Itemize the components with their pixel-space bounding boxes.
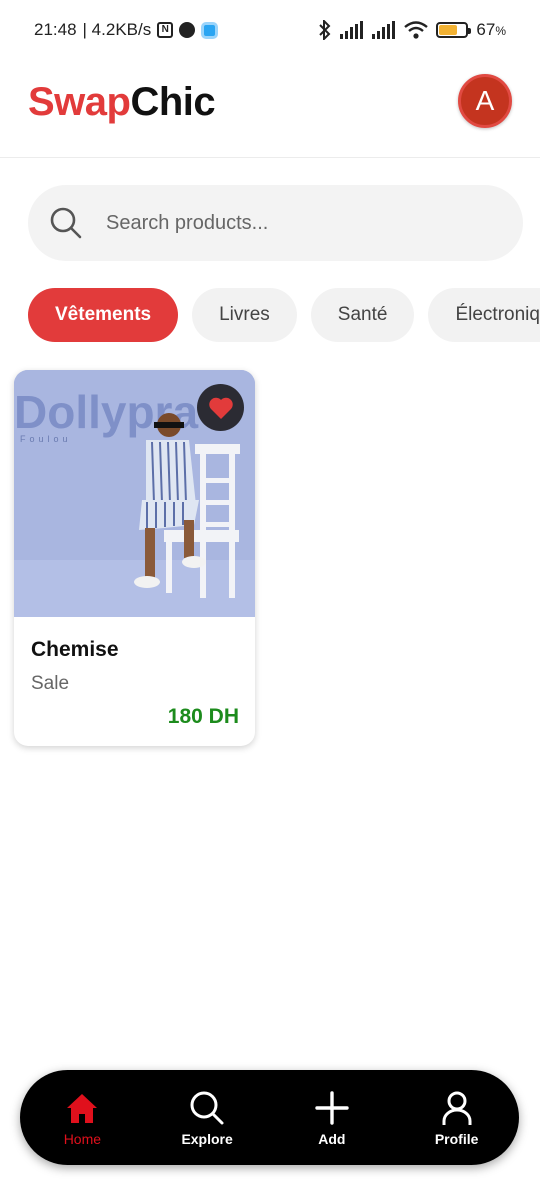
category-chip-sante[interactable]: Santé <box>310 288 415 342</box>
nav-item-explore[interactable]: Explore <box>157 1089 257 1147</box>
favorite-button[interactable] <box>197 384 244 431</box>
battery-icon <box>436 22 472 38</box>
person-icon <box>442 1091 472 1125</box>
avatar[interactable]: A <box>458 74 512 128</box>
product-subtitle: Sale <box>31 673 70 694</box>
nav-item-add[interactable]: Add <box>282 1089 382 1147</box>
home-icon <box>67 1093 98 1123</box>
signal-icon <box>372 21 396 39</box>
product-title: Chemise <box>31 638 119 661</box>
logo-swap: Swap <box>28 80 131 124</box>
category-chip-vetements[interactable]: Vêtements <box>28 288 179 342</box>
signal-icon <box>340 21 364 39</box>
category-chip-livres[interactable]: Livres <box>192 288 297 342</box>
status-right: 67% <box>318 20 506 40</box>
product-image: Dollypra Foulou <box>14 370 255 617</box>
bottom-nav: Home Explore Add Profile <box>20 1070 519 1165</box>
network-speed: | 4.2KB/s <box>82 20 152 39</box>
status-left: 21:48 | 4.2KB/s N <box>34 20 219 40</box>
nav-item-home[interactable]: Home <box>32 1089 132 1147</box>
product-image-subtext: Foulou <box>20 434 72 444</box>
app-header: SwapChic A <box>0 60 540 158</box>
battery-percent: 67% <box>476 20 506 39</box>
nav-label-explore: Explore <box>181 1130 233 1147</box>
search-input[interactable] <box>106 211 486 235</box>
status-bar: 21:48 | 4.2KB/s N 67% <box>0 0 540 60</box>
app-notification-icon <box>179 22 196 38</box>
category-list: VêtementsLivresSantéÉlectronique <box>28 288 540 342</box>
nav-item-profile[interactable]: Profile <box>407 1089 507 1147</box>
nfc-icon: N <box>157 22 174 38</box>
nav-label-home: Home <box>63 1130 102 1147</box>
search-icon <box>190 1091 224 1124</box>
plus-icon <box>315 1090 349 1125</box>
app-icon <box>201 21 219 39</box>
battery-fill <box>439 25 457 35</box>
nav-label-add: Add <box>318 1130 346 1147</box>
nav-label-profile: Profile <box>434 1130 479 1147</box>
search-bar[interactable] <box>28 185 523 261</box>
category-chip-electronique[interactable]: Électronique <box>428 288 540 342</box>
app-logo: SwapChic <box>28 80 216 125</box>
wifi-icon <box>404 21 429 39</box>
bluetooth-icon <box>319 20 331 40</box>
heart-icon <box>208 397 233 419</box>
product-price: 180 DH <box>167 705 239 728</box>
logo-chic: Chic <box>130 80 216 124</box>
status-time: 21:48 <box>34 20 77 39</box>
product-card[interactable]: Dollypra Foulou Chemise Sale 180 DH <box>14 370 255 746</box>
search-icon <box>50 207 82 239</box>
